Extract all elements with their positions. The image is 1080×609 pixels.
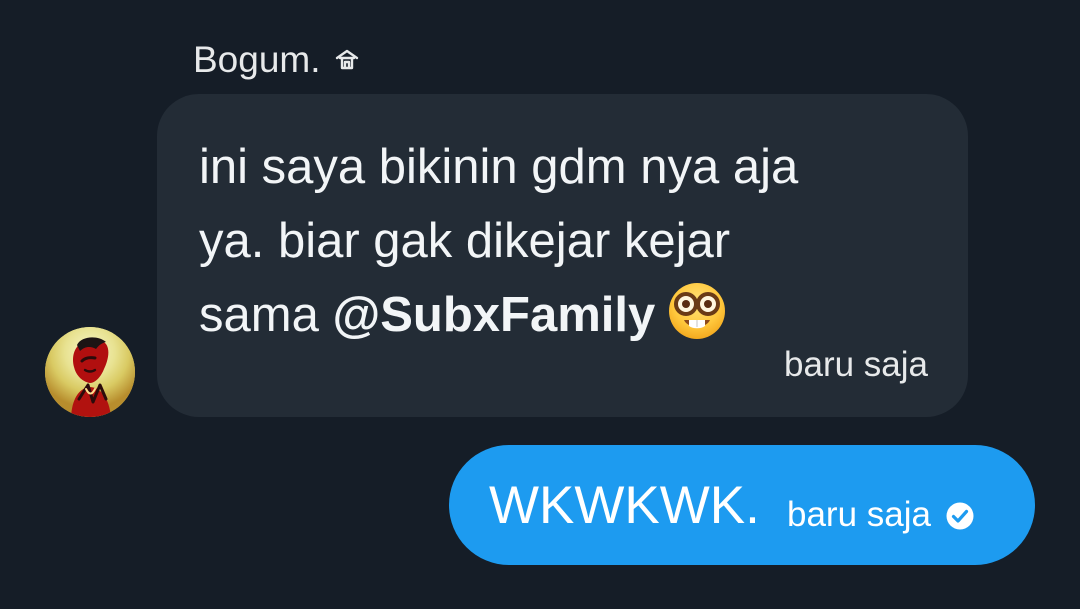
incoming-message-prefix: sama — [199, 288, 333, 342]
incoming-message-line-2: ya. biar gak dikejar kejar — [199, 214, 731, 268]
sender-header: Bogum. — [193, 38, 361, 82]
chat-screen: Bogum. ini saya bikinin gdm nya aja ya. … — [0, 0, 1080, 609]
avatar[interactable] — [45, 327, 135, 417]
incoming-message-text: ini saya bikinin gdm nya aja ya. biar ga… — [199, 130, 889, 352]
sent-check-icon — [945, 500, 975, 530]
outgoing-message-text: WKWKWK. — [489, 476, 760, 535]
house-badge-icon — [333, 46, 361, 74]
incoming-timestamp: baru saja — [784, 345, 928, 384]
outgoing-timestamp: baru saja — [787, 495, 931, 534]
outgoing-message-bubble[interactable]: WKWKWK. baru saja — [449, 445, 1035, 565]
incoming-message-line-3: sama @SubxFamily — [199, 278, 889, 352]
sender-name[interactable]: Bogum. — [193, 38, 321, 82]
incoming-message-bubble[interactable]: ini saya bikinin gdm nya aja ya. biar ga… — [157, 94, 968, 417]
mention-link[interactable]: @SubxFamily — [332, 288, 655, 342]
outgoing-message-meta: baru saja — [787, 495, 975, 535]
nerd-face-emoji-icon — [665, 279, 729, 343]
incoming-message-line-1: ini saya bikinin gdm nya aja — [199, 140, 799, 194]
